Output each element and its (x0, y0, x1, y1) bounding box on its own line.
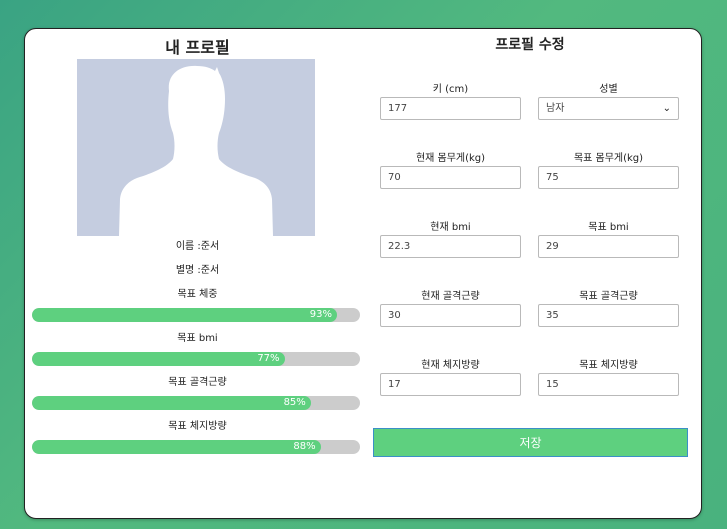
progress-percent: 85% (283, 397, 306, 408)
current-bmi-label: 현재 bmi (430, 222, 471, 233)
goal-muscle-input[interactable]: 35 (538, 304, 679, 327)
profile-nickname: 별명 :준서 (175, 265, 220, 276)
goal-fat-input[interactable]: 15 (538, 373, 679, 396)
profile-title: 내 프로필 (165, 38, 230, 57)
height-input[interactable]: 177 (380, 97, 521, 120)
goal-muscle-label: 목표 골격근량 (579, 291, 638, 302)
progress-percent: 77% (257, 353, 280, 364)
avatar (77, 59, 315, 236)
height-label: 키 (cm) (432, 84, 469, 95)
edit-title: 프로필 수정 (495, 37, 565, 53)
goal-bmi-label: 목표 bmi (177, 333, 218, 344)
goal-weight-input[interactable]: 75 (538, 166, 679, 189)
goal-weight-progress: 93% (32, 308, 360, 322)
progress-fill: 85% (32, 396, 311, 410)
gender-select[interactable]: 남자 ⌄ (538, 97, 679, 120)
goal-muscle-progress: 85% (32, 396, 360, 410)
current-weight-label: 현재 몸무게(kg) (415, 153, 486, 164)
goal-fat-label: 목표 체지방량 (168, 421, 227, 432)
current-muscle-input[interactable]: 30 (380, 304, 521, 327)
goal-muscle-label: 목표 골격근량 (168, 377, 227, 388)
current-fat-input[interactable]: 17 (380, 373, 521, 396)
goal-fat-progress: 88% (32, 440, 360, 454)
progress-fill: 88% (32, 440, 321, 454)
goal-fat-label: 목표 체지방량 (579, 360, 638, 371)
profile-card: 내 프로필 이름 :준서 별명 :준서 목표 체중 93% 목표 bmi 77%… (24, 28, 702, 519)
edit-profile-form: 프로필 수정 키 (cm) 177 성별 남자 ⌄ 현재 몸무게(kg) 70 … (370, 29, 703, 518)
progress-percent: 93% (309, 309, 333, 320)
profile-name: 이름 :준서 (175, 241, 220, 252)
current-fat-label: 현재 체지방량 (421, 360, 480, 371)
person-silhouette-icon (119, 65, 273, 236)
progress-fill: 77% (32, 352, 285, 366)
goal-bmi-label: 목표 bmi (588, 222, 629, 233)
gender-value: 남자 (546, 103, 565, 114)
chevron-down-icon: ⌄ (662, 103, 671, 114)
progress-fill: 93% (32, 308, 338, 322)
gender-label: 성별 (599, 84, 618, 95)
save-button[interactable]: 저장 (373, 428, 688, 457)
goal-bmi-progress: 77% (32, 352, 360, 366)
goal-weight-label: 목표 몸무게(kg) (573, 153, 644, 164)
current-muscle-label: 현재 골격근량 (421, 291, 480, 302)
progress-percent: 88% (293, 441, 316, 452)
goal-weight-label: 목표 체중 (177, 289, 218, 300)
goal-bmi-input[interactable]: 29 (538, 235, 679, 258)
current-bmi-input[interactable]: 22.3 (380, 235, 521, 258)
profile-panel: 내 프로필 이름 :준서 별명 :준서 목표 체중 93% 목표 bmi 77%… (25, 29, 370, 518)
current-weight-input[interactable]: 70 (380, 166, 521, 189)
